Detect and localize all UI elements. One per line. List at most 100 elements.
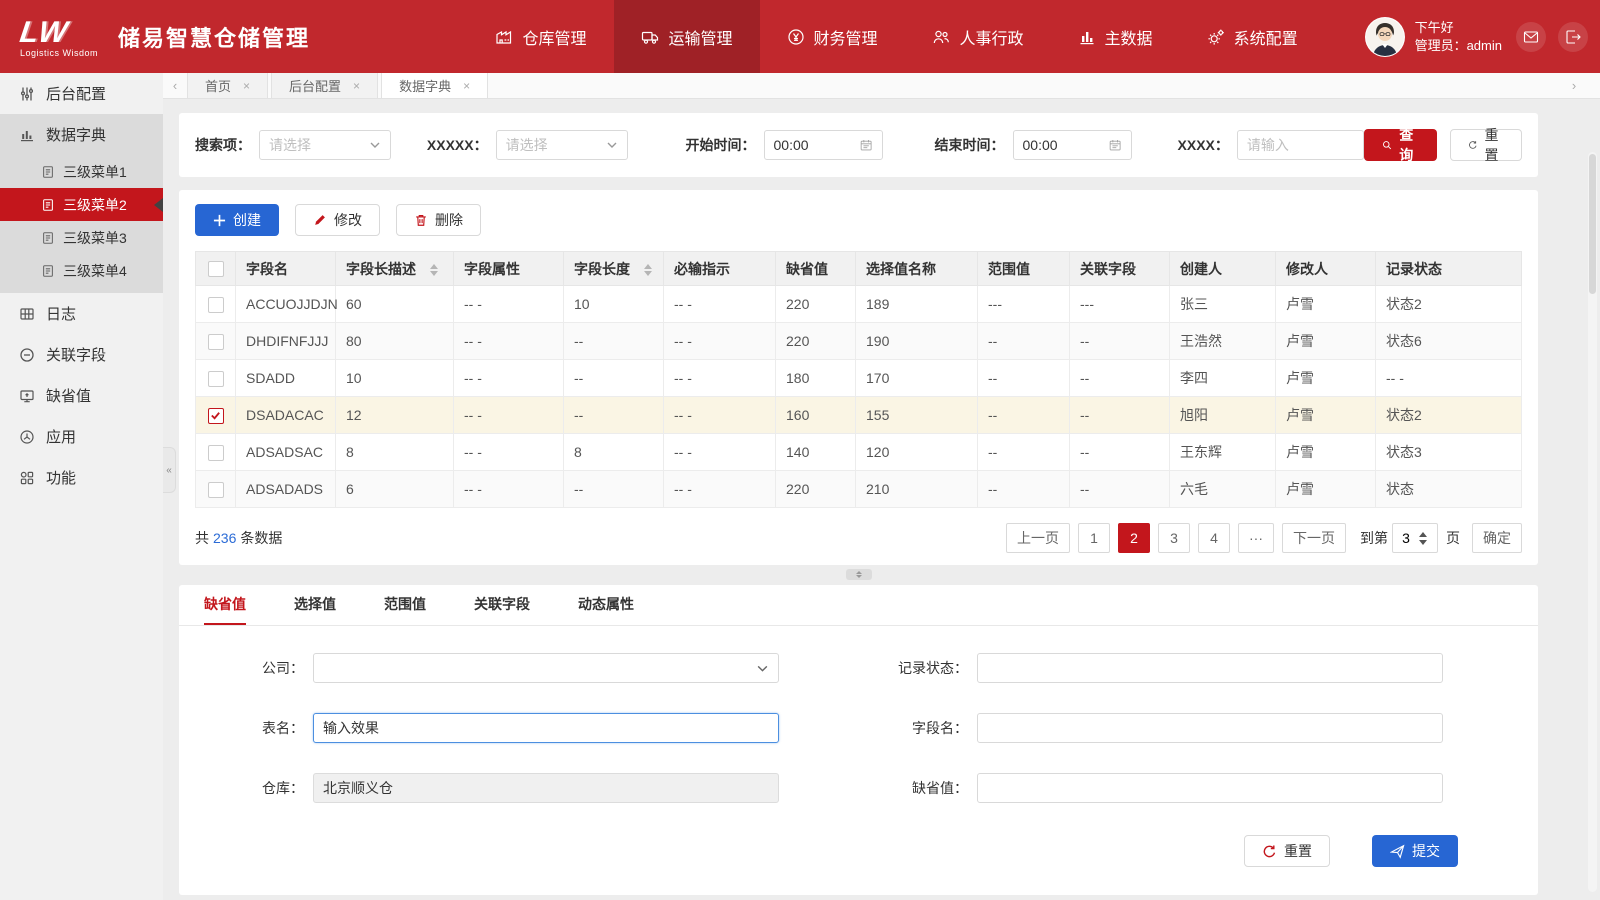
tab-backend-config[interactable]: 后台配置 × xyxy=(271,73,378,98)
chevron-down-icon xyxy=(369,139,381,151)
sidebar-item-submenu-2[interactable]: 三级菜单2 xyxy=(0,188,163,221)
table-cell: -- xyxy=(978,471,1070,508)
form-submit-button[interactable]: 提交 xyxy=(1372,835,1458,867)
table-col-header: 关联字段 xyxy=(1070,252,1170,286)
goto-page-box xyxy=(1392,523,1438,553)
xxxxx-select[interactable]: 请选择 xyxy=(496,130,628,160)
sidebar-item-function[interactable]: 功能 xyxy=(0,457,163,498)
search-item-select[interactable]: 请选择 xyxy=(259,130,391,160)
table-row[interactable]: ADSADSAC8-- -8-- -140120----王东辉卢雪状态3 xyxy=(196,434,1522,471)
nav-item-warehouse[interactable]: 仓库管理 xyxy=(468,0,613,73)
nav-item-sysconfig[interactable]: 系统配置 xyxy=(1180,0,1325,73)
company-label: 公司： xyxy=(203,658,313,678)
detail-tab-select-value[interactable]: 选择值 xyxy=(294,585,336,625)
nav-item-transport[interactable]: 运输管理 xyxy=(614,0,760,73)
sidebar-collapse-handle[interactable]: « xyxy=(163,447,176,493)
tab-strip: ‹ 首页 × 后台配置 × 数据字典 × › xyxy=(163,73,1600,99)
tabs-scroll-right[interactable]: › xyxy=(1562,73,1586,98)
close-icon[interactable]: × xyxy=(463,79,470,93)
page-button-3[interactable]: 3 xyxy=(1158,523,1190,553)
page-button-4[interactable]: 4 xyxy=(1198,523,1230,553)
mail-button[interactable] xyxy=(1516,22,1546,52)
sidebar-item-backend-config[interactable]: 后台配置 xyxy=(0,73,163,114)
logout-button[interactable] xyxy=(1558,22,1588,52)
row-checkbox[interactable] xyxy=(208,334,224,350)
detail-tab-dynamic-attr[interactable]: 动态属性 xyxy=(578,585,634,625)
table-cell: 170 xyxy=(856,360,978,397)
sort-control[interactable] xyxy=(644,264,652,276)
table-cell: -- - xyxy=(454,434,564,471)
scrollbar-thumb[interactable] xyxy=(1589,154,1596,294)
table-row-selected[interactable]: DSADACAC12-- ----- -160155----旭阳卢雪状态2 xyxy=(196,397,1522,434)
table-cell: 旭阳 xyxy=(1170,397,1276,434)
query-button[interactable]: 查询 xyxy=(1364,129,1436,161)
user-box[interactable]: 下午好 管理员：admin xyxy=(1325,17,1516,57)
greeting-text: 下午好 xyxy=(1415,19,1502,37)
table-row[interactable]: ACCUOJJDJN60-- -10-- -220189------张三卢雪状态… xyxy=(196,286,1522,323)
sort-control[interactable] xyxy=(430,264,438,276)
xxxx-input[interactable] xyxy=(1237,130,1365,160)
vertical-scrollbar[interactable] xyxy=(1588,152,1597,892)
create-button[interactable]: 创建 xyxy=(195,204,279,236)
tab-home[interactable]: 首页 × xyxy=(187,73,268,98)
nav-item-finance[interactable]: 财务管理 xyxy=(760,0,905,73)
detail-panel: 缺省值 选择值 范围值 关联字段 动态属性 公司： xyxy=(179,585,1538,895)
page-button-1[interactable]: 1 xyxy=(1078,523,1110,553)
data-table: 字段名 字段长描述 字段属性 字段长度 必输指示 缺省值 选择值名称 范围值 关… xyxy=(195,251,1522,508)
table-cell: -- xyxy=(978,434,1070,471)
sidebar-item-related-field[interactable]: 关联字段 xyxy=(0,334,163,375)
sidebar-item-label: 功能 xyxy=(46,467,76,488)
sidebar-item-data-dict[interactable]: 数据字典 xyxy=(0,114,163,155)
page-ellipsis[interactable]: ··· xyxy=(1238,523,1274,553)
record-status-input[interactable] xyxy=(977,653,1443,683)
sidebar-item-application[interactable]: 应用 xyxy=(0,416,163,457)
nav-item-hr[interactable]: 人事行政 xyxy=(905,0,1051,73)
reset-button[interactable]: 重置 xyxy=(1450,129,1522,161)
goto-page-input[interactable] xyxy=(1393,530,1419,546)
sidebar-item-submenu-4[interactable]: 三级菜单4 xyxy=(0,254,163,287)
close-icon[interactable]: × xyxy=(243,79,250,93)
edit-button[interactable]: 修改 xyxy=(295,204,380,236)
nav-item-masterdata[interactable]: 主数据 xyxy=(1051,0,1180,73)
sidebar-item-default-value[interactable]: 缺省值 xyxy=(0,375,163,416)
form-reset-button[interactable]: 重置 xyxy=(1244,835,1330,867)
close-icon[interactable]: × xyxy=(353,79,360,93)
table-row[interactable]: SDADD10-- ----- -180170----李四卢雪-- - xyxy=(196,360,1522,397)
company-select[interactable] xyxy=(313,653,779,683)
row-checkbox[interactable] xyxy=(208,445,224,461)
select-all-checkbox[interactable] xyxy=(208,261,224,277)
detail-tab-range-value[interactable]: 范围值 xyxy=(384,585,426,625)
row-checkbox[interactable] xyxy=(208,297,224,313)
next-page-button[interactable]: 下一页 xyxy=(1282,523,1346,553)
sidebar-item-submenu-1[interactable]: 三级菜单1 xyxy=(0,155,163,188)
tabs-scroll-left[interactable]: ‹ xyxy=(163,73,187,98)
row-checkbox[interactable] xyxy=(208,371,224,387)
detail-tab-default-value[interactable]: 缺省值 xyxy=(204,585,246,625)
tab-label: 数据字典 xyxy=(399,76,451,95)
table-col-header: 修改人 xyxy=(1276,252,1376,286)
table-cell: -- xyxy=(1070,360,1170,397)
end-time-input[interactable] xyxy=(1013,130,1132,160)
table-row[interactable]: DHDIFNFJJJ80-- ----- -220190----王浩然卢雪状态6 xyxy=(196,323,1522,360)
start-time-input[interactable] xyxy=(764,130,883,160)
table-name-input[interactable] xyxy=(313,713,779,743)
sidebar-item-submenu-3[interactable]: 三级菜单3 xyxy=(0,221,163,254)
spinner-up-icon[interactable] xyxy=(1419,532,1427,537)
spinner-down-icon[interactable] xyxy=(1419,540,1427,545)
default-value-input[interactable] xyxy=(977,773,1443,803)
sidebar-item-log[interactable]: 日志 xyxy=(0,293,163,334)
row-checkbox[interactable] xyxy=(208,482,224,498)
table-cell: 卢雪 xyxy=(1276,360,1376,397)
detail-tab-related-field[interactable]: 关联字段 xyxy=(474,585,530,625)
table-row[interactable]: ADSADADS6-- ----- -220210----六毛卢雪状态 xyxy=(196,471,1522,508)
panel-resize-handle[interactable] xyxy=(846,569,872,580)
prev-page-button[interactable]: 上一页 xyxy=(1006,523,1070,553)
page-button-2-active[interactable]: 2 xyxy=(1118,523,1150,553)
field-name-input[interactable] xyxy=(977,713,1443,743)
tab-data-dict[interactable]: 数据字典 × xyxy=(381,73,488,98)
table-cell: SDADD xyxy=(236,360,336,397)
table-cell: 10 xyxy=(564,286,664,323)
row-checkbox-checked[interactable] xyxy=(208,408,224,424)
delete-button[interactable]: 删除 xyxy=(396,204,481,236)
goto-confirm-button[interactable]: 确定 xyxy=(1472,523,1522,553)
